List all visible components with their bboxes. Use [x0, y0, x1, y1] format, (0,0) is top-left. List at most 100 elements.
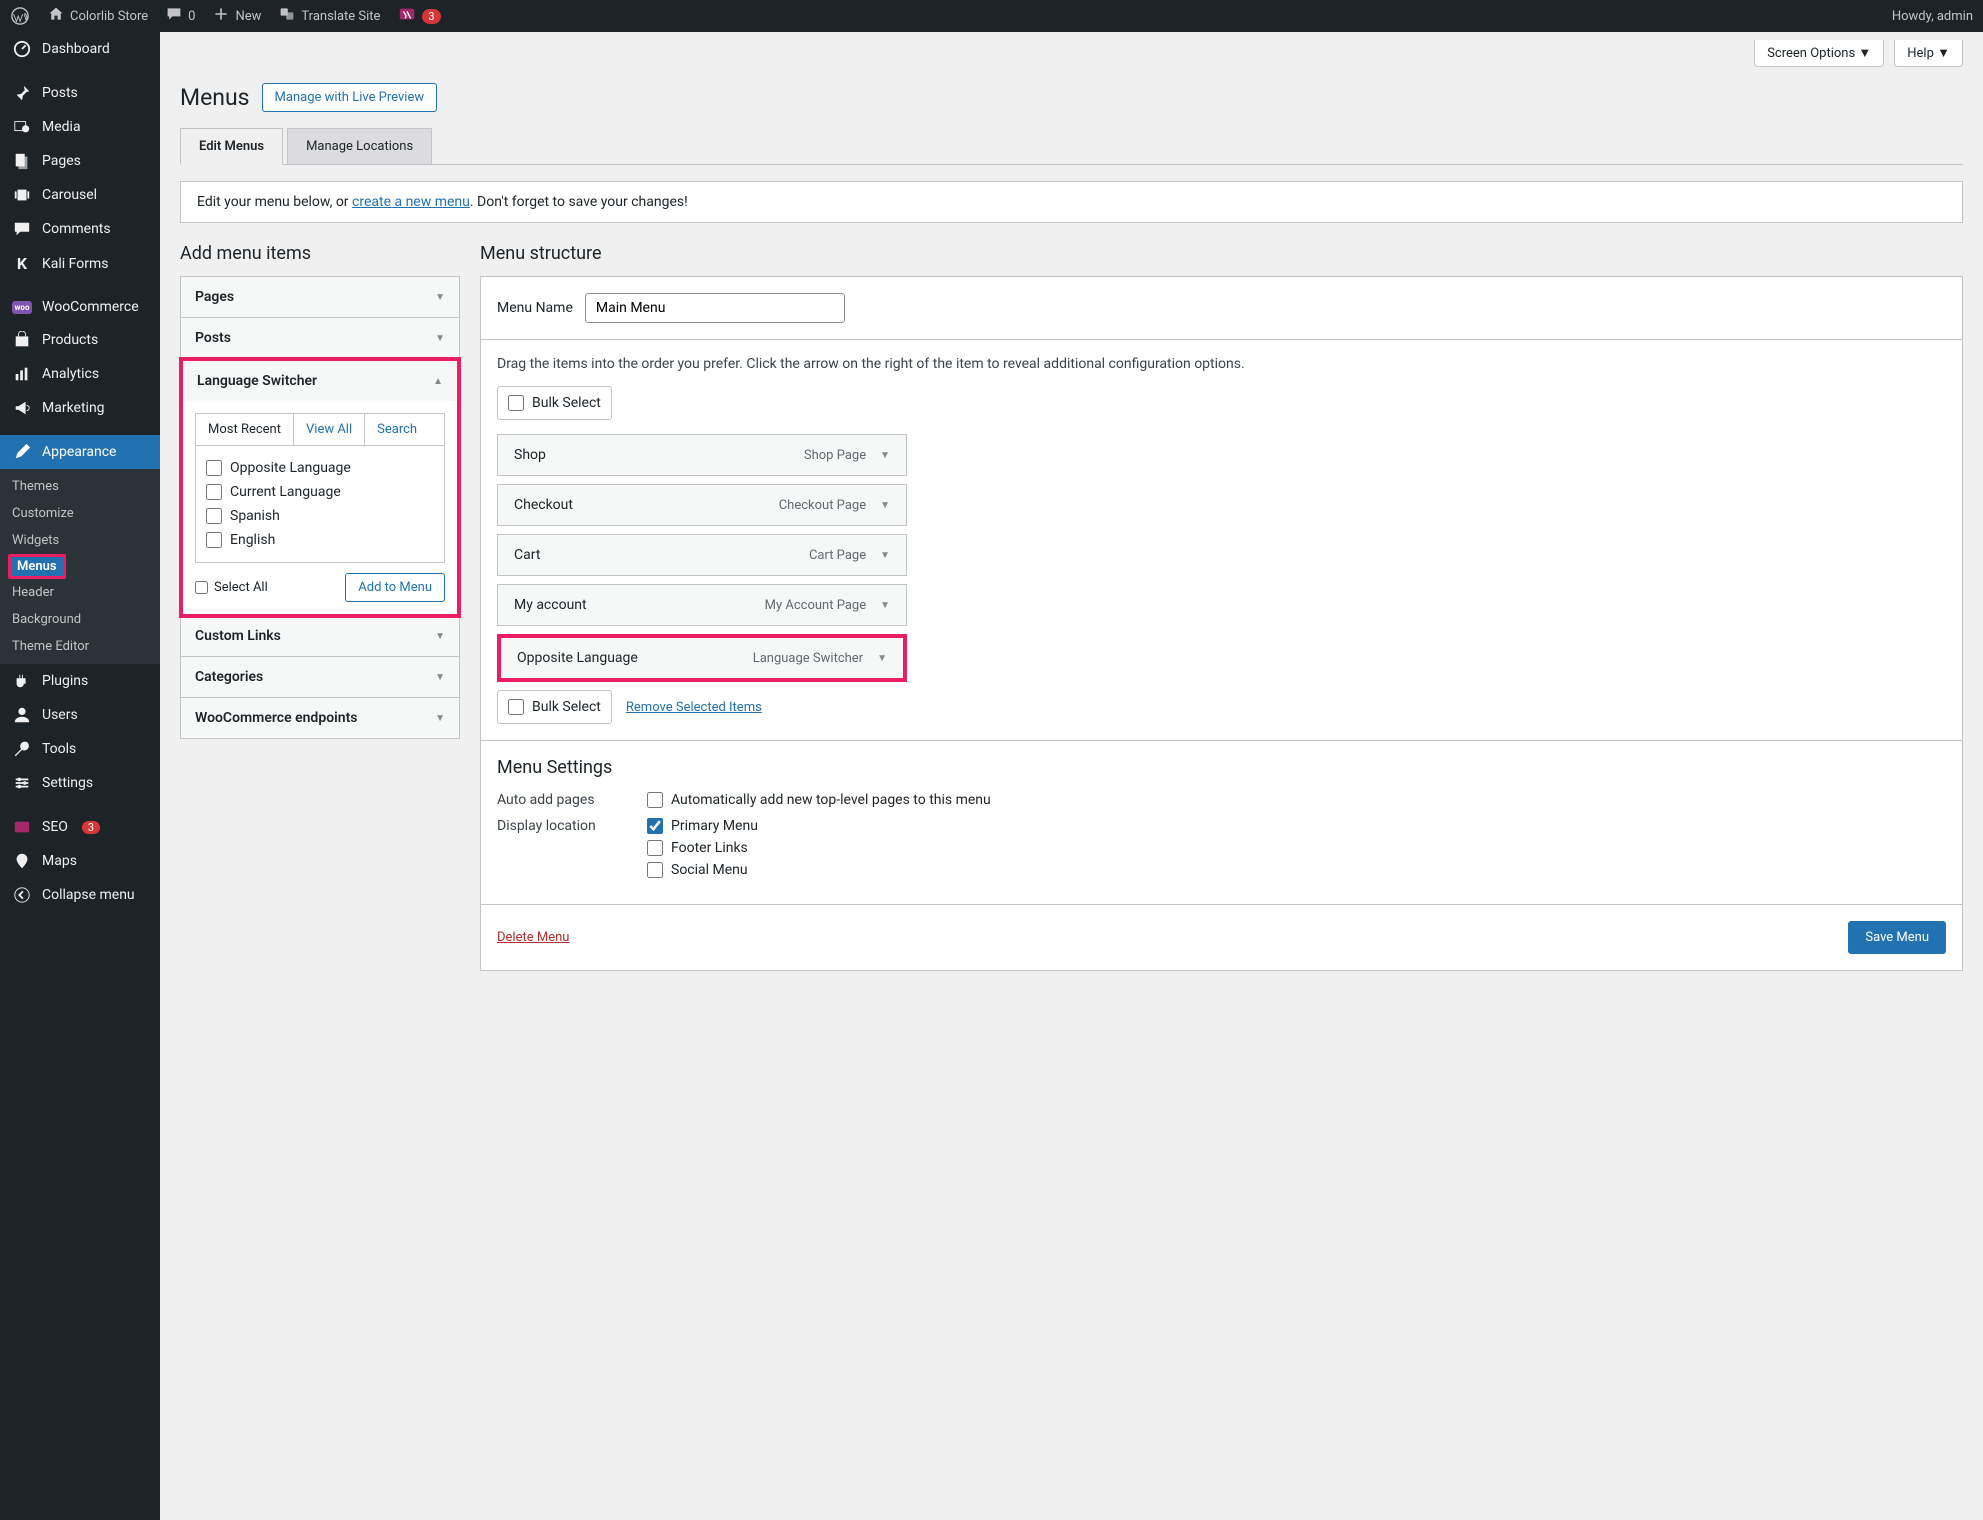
- accordion-custom-links[interactable]: Custom Links▼: [181, 616, 459, 656]
- check-english[interactable]: English: [206, 528, 434, 552]
- sidebar-item-users[interactable]: Users: [0, 698, 160, 732]
- select-all-toggle[interactable]: Select All: [195, 580, 268, 595]
- menu-item-opposite-language[interactable]: Opposite LanguageLanguage Switcher▼: [497, 634, 907, 682]
- menu-item-my-account[interactable]: My accountMy Account Page▼: [497, 584, 907, 626]
- site-link[interactable]: Colorlib Store: [48, 6, 148, 26]
- sidebar-item-kali[interactable]: KKali Forms: [0, 246, 160, 281]
- home-icon: [48, 6, 64, 26]
- sidebar-item-seo[interactable]: SEO3: [0, 810, 160, 844]
- yoast-link[interactable]: 3: [398, 5, 440, 27]
- sidebar-item-posts[interactable]: Posts: [0, 76, 160, 110]
- sub-background[interactable]: Background: [0, 606, 160, 633]
- sidebar-item-maps[interactable]: Maps: [0, 844, 160, 878]
- translate-link[interactable]: Translate Site: [279, 6, 380, 26]
- sidebar-item-tools[interactable]: Tools: [0, 732, 160, 766]
- sidebar-item-appearance[interactable]: Appearance: [0, 435, 160, 469]
- sidebar-item-pages[interactable]: Pages: [0, 144, 160, 178]
- accordion-posts[interactable]: Posts▼: [181, 318, 459, 358]
- inner-tab-recent[interactable]: Most Recent: [196, 414, 294, 445]
- sidebar-item-comments[interactable]: Comments: [0, 212, 160, 246]
- new-label: New: [235, 9, 261, 24]
- menu-panel: Menu Name Drag the items into the order …: [480, 276, 1963, 971]
- check-spanish[interactable]: Spanish: [206, 504, 434, 528]
- comments-link[interactable]: 0: [166, 6, 195, 26]
- inner-tab-search[interactable]: Search: [365, 414, 429, 445]
- auto-add-option[interactable]: Automatically add new top-level pages to…: [647, 792, 991, 808]
- pin-icon: [12, 84, 32, 102]
- sidebar-item-plugins[interactable]: Plugins: [0, 664, 160, 698]
- sidebar-item-dashboard[interactable]: Dashboard: [0, 32, 160, 66]
- sub-themes[interactable]: Themes: [0, 473, 160, 500]
- help-tab[interactable]: Help ▼: [1894, 40, 1963, 67]
- sub-menus[interactable]: Menus: [8, 554, 66, 579]
- add-to-menu-button[interactable]: Add to Menu: [345, 573, 445, 602]
- chevron-down-icon[interactable]: ▼: [880, 450, 890, 461]
- remove-selected-link[interactable]: Remove Selected Items: [626, 700, 762, 715]
- site-name: Colorlib Store: [70, 9, 148, 24]
- add-items-accordion: Pages▼ Posts▼ Language Switcher▲ Most Re…: [180, 276, 460, 739]
- sidebar-item-marketing[interactable]: Marketing: [0, 391, 160, 425]
- chevron-down-icon[interactable]: ▼: [880, 500, 890, 511]
- menu-structure-heading: Menu structure: [480, 243, 1963, 264]
- sub-theme-editor[interactable]: Theme Editor: [0, 633, 160, 660]
- pages-icon: [12, 152, 32, 170]
- chevron-up-icon: ▲: [433, 376, 443, 387]
- screen-options-tab[interactable]: Screen Options ▼: [1754, 40, 1884, 67]
- chevron-down-icon[interactable]: ▼: [877, 653, 887, 664]
- sidebar-item-analytics[interactable]: Analytics: [0, 357, 160, 391]
- seo-badge: 3: [82, 821, 100, 834]
- menu-item-shop[interactable]: ShopShop Page▼: [497, 434, 907, 476]
- accordion-language-switcher: Language Switcher▲ Most Recent View All …: [179, 357, 461, 618]
- yoast-icon: [398, 5, 416, 27]
- account-link[interactable]: Howdy, admin: [1892, 9, 1973, 24]
- bulk-select-bottom[interactable]: Bulk Select: [497, 690, 612, 724]
- plugins-icon: [12, 672, 32, 690]
- sidebar-sub-appearance: Themes Customize Widgets Menus Header Ba…: [0, 469, 160, 664]
- loc-footer[interactable]: Footer Links: [647, 840, 758, 856]
- accordion-language-switcher-header[interactable]: Language Switcher▲: [183, 361, 457, 401]
- sidebar-item-collapse[interactable]: Collapse menu: [0, 878, 160, 912]
- bulk-select-top[interactable]: Bulk Select: [497, 386, 612, 420]
- chevron-down-icon[interactable]: ▼: [880, 550, 890, 561]
- inner-tab-all[interactable]: View All: [294, 414, 365, 445]
- menu-item-checkout[interactable]: CheckoutCheckout Page▼: [497, 484, 907, 526]
- menu-hint: Drag the items into the order you prefer…: [497, 356, 1946, 372]
- info-box: Edit your menu below, or create a new me…: [180, 181, 1963, 223]
- sub-customize[interactable]: Customize: [0, 500, 160, 527]
- menu-item-cart[interactable]: CartCart Page▼: [497, 534, 907, 576]
- marketing-icon: [12, 399, 32, 417]
- tools-icon: [12, 740, 32, 758]
- sub-header[interactable]: Header: [0, 579, 160, 606]
- new-link[interactable]: New: [213, 6, 261, 26]
- sub-widgets[interactable]: Widgets: [0, 527, 160, 554]
- add-items-heading: Add menu items: [180, 243, 460, 264]
- loc-social[interactable]: Social Menu: [647, 862, 758, 878]
- sidebar-item-media[interactable]: Media: [0, 110, 160, 144]
- accordion-categories[interactable]: Categories▼: [181, 657, 459, 697]
- chevron-down-icon: ▼: [435, 713, 445, 724]
- delete-menu-link[interactable]: Delete Menu: [497, 930, 569, 945]
- check-current-language[interactable]: Current Language: [206, 480, 434, 504]
- save-menu-button[interactable]: Save Menu: [1848, 921, 1946, 954]
- tab-manage-locations[interactable]: Manage Locations: [287, 128, 432, 164]
- sidebar-item-settings[interactable]: Settings: [0, 766, 160, 800]
- loc-primary[interactable]: Primary Menu: [647, 818, 758, 834]
- products-icon: [12, 331, 32, 349]
- check-opposite-language[interactable]: Opposite Language: [206, 456, 434, 480]
- sidebar-item-woo[interactable]: wooWooCommerce: [0, 291, 160, 323]
- comments-count: 0: [188, 9, 195, 24]
- wp-logo[interactable]: [10, 6, 30, 26]
- translate-icon: [279, 6, 295, 26]
- tab-edit-menus[interactable]: Edit Menus: [180, 128, 283, 165]
- accordion-woo-endpoints[interactable]: WooCommerce endpoints▼: [181, 698, 459, 738]
- menu-name-input[interactable]: [585, 293, 845, 323]
- accordion-pages[interactable]: Pages▼: [181, 277, 459, 317]
- media-icon: [12, 118, 32, 136]
- sidebar-item-carousel[interactable]: Carousel: [0, 178, 160, 212]
- sidebar-item-products[interactable]: Products: [0, 323, 160, 357]
- greeting: Howdy, admin: [1892, 9, 1973, 24]
- chevron-down-icon[interactable]: ▼: [880, 600, 890, 611]
- manage-live-preview-button[interactable]: Manage with Live Preview: [262, 83, 438, 112]
- maps-icon: [12, 852, 32, 870]
- create-menu-link[interactable]: create a new menu: [352, 194, 470, 210]
